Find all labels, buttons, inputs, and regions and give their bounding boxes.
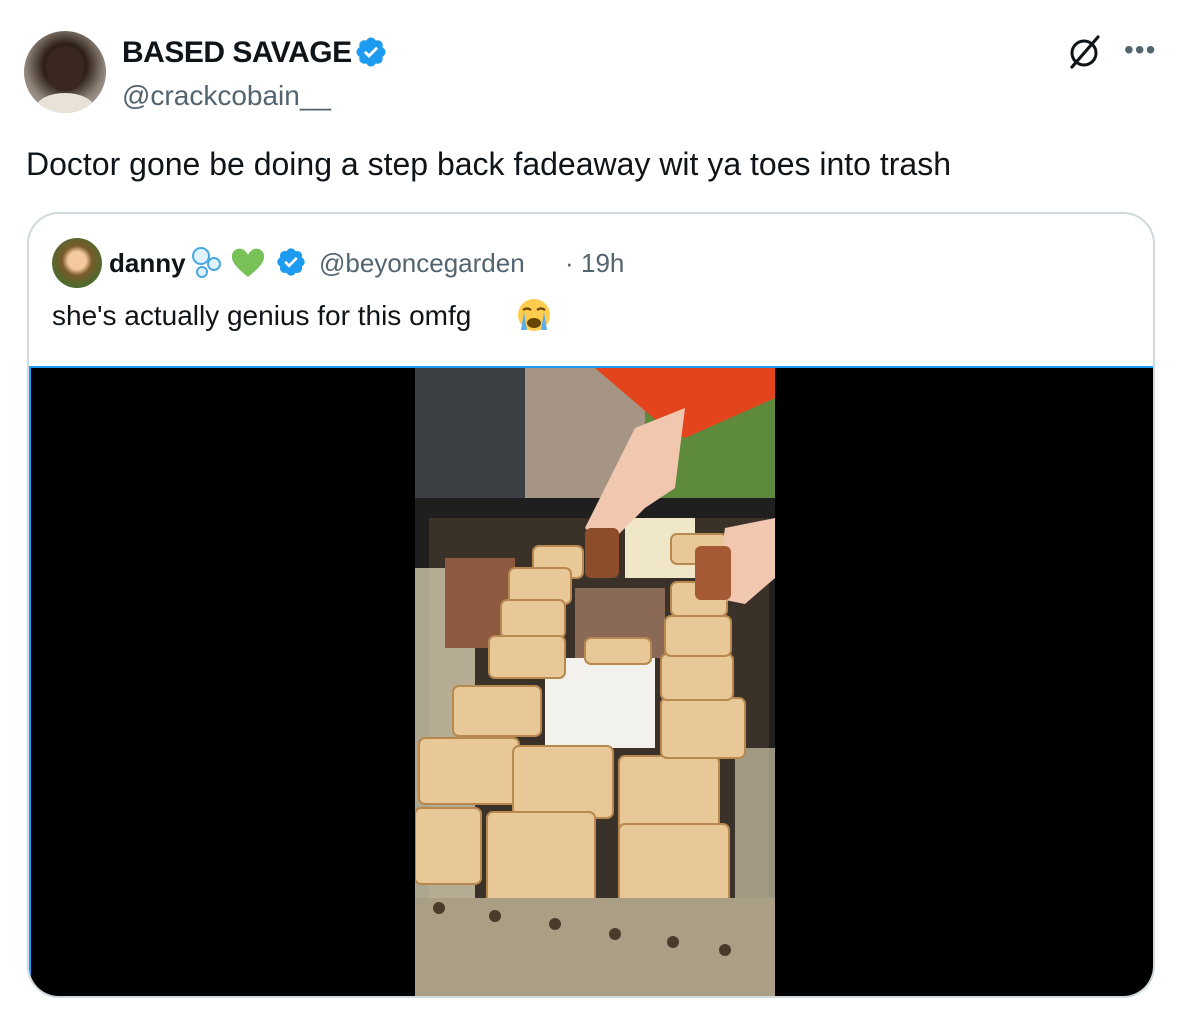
quote-author-display-name[interactable]: danny [109,248,186,279]
more-icon[interactable]: ••• [1124,34,1156,66]
avatar-shirt [36,93,94,113]
quote-author-handle[interactable]: @beyoncegarden [319,248,525,279]
grok-icon[interactable] [1066,33,1104,71]
tweet-text: Doctor gone be doing a step back fadeawa… [26,146,951,182]
quote-author-avatar[interactable] [52,238,102,288]
author-avatar[interactable] [24,31,106,113]
bubbles-emoji-icon [192,247,221,278]
verified-badge-icon[interactable] [354,35,388,69]
avatar-face [48,47,82,91]
video-frame [415,368,775,996]
quote-verified-badge-icon[interactable] [275,246,307,278]
video-player[interactable] [29,366,1153,996]
author-handle[interactable]: @crackcobain__ [122,80,331,112]
green-heart-emoji-icon [231,248,265,277]
meta-separator: · [565,248,574,278]
quote-timestamp[interactable]: 19h [581,248,624,279]
sob-emoji-icon [518,299,550,331]
quote-text: she's actually genius for this omfg [52,300,472,331]
author-display-name[interactable]: BASED SAVAGE [122,36,352,70]
quote-tweet[interactable]: danny @beyoncegarden · 19h she's actuall… [27,212,1155,998]
video-thumbnail [415,368,775,996]
